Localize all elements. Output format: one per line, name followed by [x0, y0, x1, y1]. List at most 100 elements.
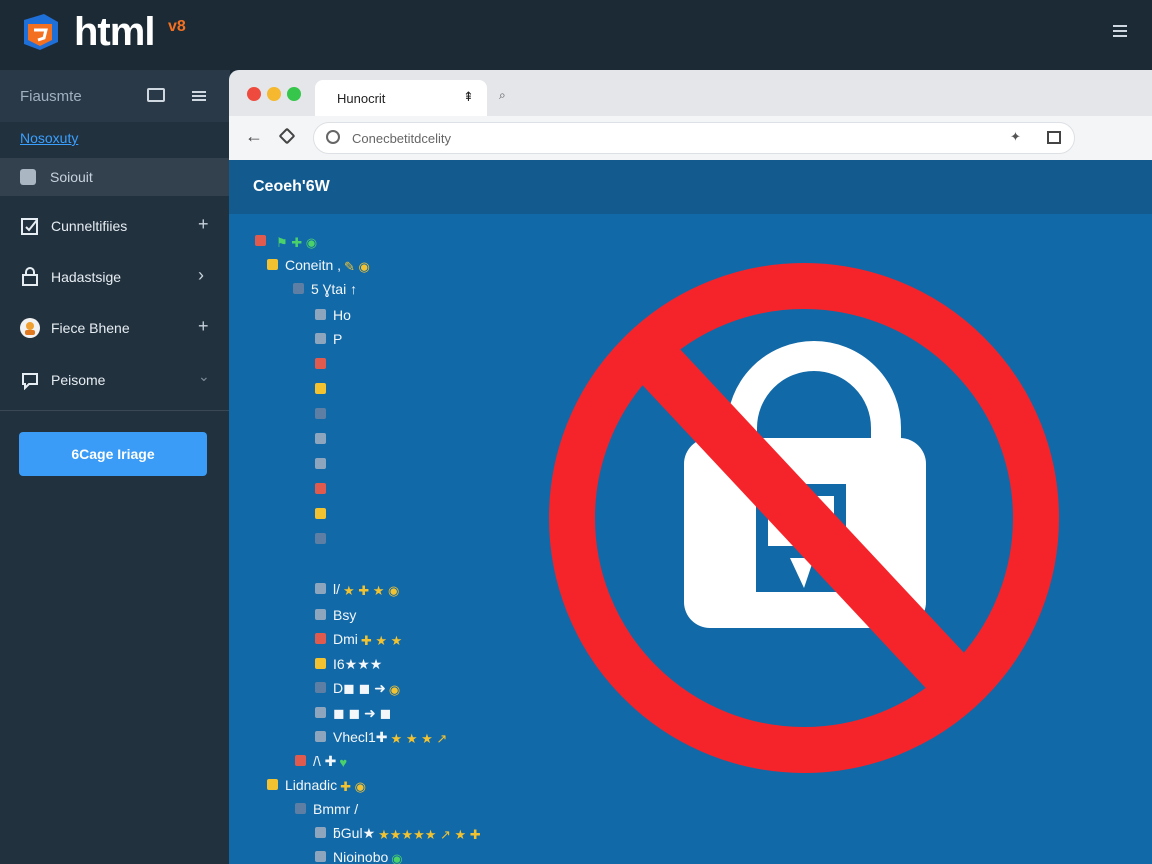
tree-row-badges: ★ ✚ ★ ◉	[343, 583, 400, 598]
tree-row-badges: ◉	[391, 851, 403, 864]
browser-tab[interactable]: Hunocrit ⇞	[315, 80, 487, 116]
plus-icon[interactable]: +	[198, 214, 209, 235]
tab-title: Hunocrit	[337, 91, 386, 106]
close-window-icon[interactable]	[247, 87, 261, 101]
minimize-window-icon[interactable]	[267, 87, 281, 101]
tree-row-badges: ★ ★ ★ ↗	[390, 731, 448, 746]
file-icon	[295, 803, 306, 814]
sidebar-item-cunneltifiies[interactable]: Cunneltifiies +	[0, 204, 230, 248]
file-icon	[315, 658, 326, 669]
blocked-lock-icon	[549, 263, 1059, 773]
file-icon	[315, 851, 326, 862]
file-icon	[315, 731, 326, 742]
tree-row-badges: ◉	[388, 682, 401, 697]
file-icon	[315, 583, 326, 594]
file-icon	[315, 333, 326, 344]
tree-row-label: Lidnadic ✚ ◉	[285, 777, 367, 794]
file-icon	[295, 755, 306, 766]
tree-row-label: Bmmr /	[313, 801, 359, 817]
new-tab-icon[interactable]: ⌕	[499, 88, 506, 103]
sidebar-item-label: Peisome	[51, 372, 106, 388]
app-header: html v8	[0, 0, 1152, 70]
file-icon	[315, 707, 326, 718]
chevron-right-icon[interactable]: ›	[198, 265, 204, 286]
sidebar-link[interactable]: Nosoxuty	[20, 130, 78, 146]
extension-icon[interactable]: ✦	[1010, 129, 1021, 145]
tree-row-badges: ✚ ★ ★	[360, 633, 403, 648]
checkbox-icon	[21, 218, 38, 235]
sidebar-toggle-icon[interactable]	[1047, 131, 1061, 144]
tree-row-label: Nioinobo ◉	[333, 849, 403, 864]
brand-badge: v8	[168, 18, 186, 35]
search-icon	[326, 130, 340, 144]
file-icon	[315, 682, 326, 693]
browser-toolbar: ← Conecbetitdcelity ✦	[229, 116, 1152, 160]
menu-icon[interactable]	[192, 89, 208, 101]
html-logo-icon	[24, 14, 58, 50]
avatar-icon	[20, 318, 40, 338]
file-icon	[315, 433, 326, 444]
tree-row-badges: ⚑ ✚ ◉	[276, 235, 318, 250]
tree-row-label: Coneitn , ✎ ◉	[285, 257, 370, 274]
tab-bar: Hunocrit ⇞ ⌕	[229, 70, 1152, 116]
sidebar-primary-button[interactable]: 6Cage Iriage	[19, 432, 207, 476]
tree-row-badges: ✎ ◉	[344, 259, 370, 274]
tree-row-label: /\ ✚ ♥	[313, 753, 348, 770]
window-icon[interactable]	[147, 88, 165, 102]
tree-row-label: 5 Ɣtai ↑	[311, 281, 358, 297]
file-icon	[315, 458, 326, 469]
file-icon	[315, 309, 326, 320]
tree-row-label: P	[333, 331, 343, 347]
forward-icon[interactable]	[278, 127, 296, 145]
sidebar-item-peisome[interactable]: Peisome ⌄	[0, 358, 230, 402]
file-icon	[267, 779, 278, 790]
tree-row-label: ◼ ◼ ➜ ◼	[333, 705, 392, 721]
file-icon	[315, 408, 326, 419]
sidebar-header: Fiausmte	[0, 70, 230, 122]
sidebar-item-label: Fiece Bhene	[51, 320, 130, 336]
tree-row-label: ƃGul★ ★★★★★ ↗ ★ ✚	[333, 825, 481, 842]
file-icon	[315, 609, 326, 620]
tree-row-badges: ♥	[339, 755, 348, 770]
page-title: Ceoeh'6W	[253, 178, 330, 195]
plus-icon[interactable]: +	[198, 316, 209, 337]
folder-icon	[20, 169, 36, 185]
file-icon	[315, 633, 326, 644]
tree-row-label: Dmi ✚ ★ ★	[333, 631, 403, 648]
maximize-window-icon[interactable]	[287, 87, 301, 101]
lock-icon	[22, 267, 38, 286]
sidebar: Fiausmte Nosoxuty Soiouit Cunneltifiies …	[0, 70, 230, 864]
file-icon	[315, 827, 326, 838]
tree-row-label: D◼ ◼ ➜ ◉	[333, 680, 401, 697]
address-bar[interactable]: Conecbetitdcelity ✦	[313, 122, 1075, 154]
chat-icon	[22, 373, 38, 390]
tree-row-label: Vhecl1✚ ★ ★ ★ ↗	[333, 729, 448, 746]
sidebar-item-active[interactable]: Soiouit	[0, 158, 230, 196]
file-icon	[315, 508, 326, 519]
tree-row-badges: ★★★★★ ↗ ★ ✚	[378, 827, 481, 842]
file-icon	[315, 383, 326, 394]
tree-row-label: l/★ ✚ ★ ◉	[333, 581, 400, 598]
sidebar-item-label: Cunneltifiies	[51, 218, 128, 234]
hamburger-menu-icon[interactable]	[1110, 22, 1130, 42]
file-icon	[315, 533, 326, 544]
chevron-down-icon[interactable]: ⌄	[198, 368, 210, 385]
pin-icon[interactable]: ⇞	[463, 89, 474, 105]
sidebar-item-label: Hadastsige	[51, 269, 122, 285]
file-icon	[315, 358, 326, 369]
file-icon	[255, 235, 266, 246]
sidebar-item-hadastsige[interactable]: Hadastsige ›	[0, 255, 230, 299]
brand-name: html	[74, 10, 155, 54]
tree-row-label: ⚑ ✚ ◉	[273, 233, 317, 251]
address-text[interactable]: Conecbetitdcelity	[352, 131, 451, 146]
sidebar-item-fiece-bhene[interactable]: Fiece Bhene +	[0, 306, 230, 350]
file-icon	[267, 259, 278, 270]
tree-row-label: Ho	[333, 307, 351, 323]
sidebar-item-label: Soiouit	[50, 169, 93, 185]
sidebar-title: Fiausmte	[20, 88, 82, 105]
tree-row-label: Bsy	[333, 607, 357, 623]
sidebar-divider	[0, 410, 230, 411]
back-arrow-icon[interactable]: ←	[245, 126, 263, 147]
browser-window: Hunocrit ⇞ ⌕ ← Conecbetitdcelity ✦ Ceoeh…	[229, 70, 1152, 864]
file-icon	[293, 283, 304, 294]
